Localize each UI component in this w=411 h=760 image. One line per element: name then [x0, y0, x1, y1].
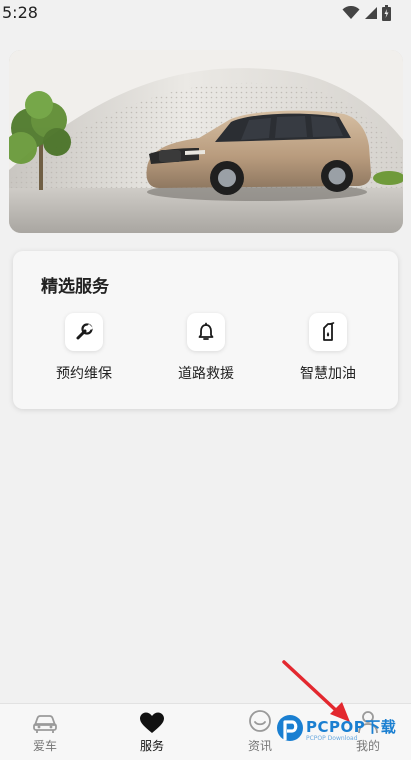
service-item-roadside-assistance[interactable]: 道路救援 — [151, 313, 261, 388]
tab-label: 服务 — [139, 739, 164, 753]
status-bar: 5:28 — [0, 0, 411, 26]
service-item-smart-refuel[interactable]: 智慧加油 — [273, 313, 383, 388]
service-icon-container — [65, 313, 103, 351]
watermark-logo: PCPOP下载 PCPOP Download — [276, 712, 408, 748]
service-icon-container — [187, 313, 225, 351]
pcpop-logo-icon — [277, 715, 303, 741]
featured-services-card: 精选服务 预约维保 道路救援 智慧加油 — [13, 251, 398, 409]
chat-icon — [249, 710, 271, 732]
status-icons — [342, 5, 391, 21]
status-time: 5:28 — [2, 3, 38, 22]
service-label: 智慧加油 — [300, 366, 356, 382]
featured-services-title: 精选服务 — [41, 277, 109, 297]
tab-label: 爱车 — [32, 739, 57, 753]
bell-icon — [198, 322, 214, 340]
car-banner-image[interactable] — [9, 50, 403, 233]
cellular-signal-icon — [365, 7, 377, 19]
fuel-icon — [323, 322, 335, 341]
wifi-icon — [342, 6, 360, 19]
heart-icon — [140, 712, 164, 733]
battery-icon — [382, 5, 391, 21]
wrench-icon — [76, 323, 94, 340]
tab-services[interactable]: 服务 — [101, 704, 203, 760]
watermark-text: PCPOP下载 — [306, 718, 397, 736]
car-icon — [33, 715, 57, 733]
car-banner-illustration — [9, 50, 403, 233]
service-icon-container — [309, 313, 347, 351]
service-label: 道路救援 — [178, 366, 234, 382]
service-item-maintenance[interactable]: 预约维保 — [29, 313, 139, 388]
watermark-subtext: PCPOP Download — [306, 735, 358, 742]
service-label: 预约维保 — [56, 366, 112, 382]
tab-my-car[interactable]: 爱车 — [0, 704, 96, 760]
